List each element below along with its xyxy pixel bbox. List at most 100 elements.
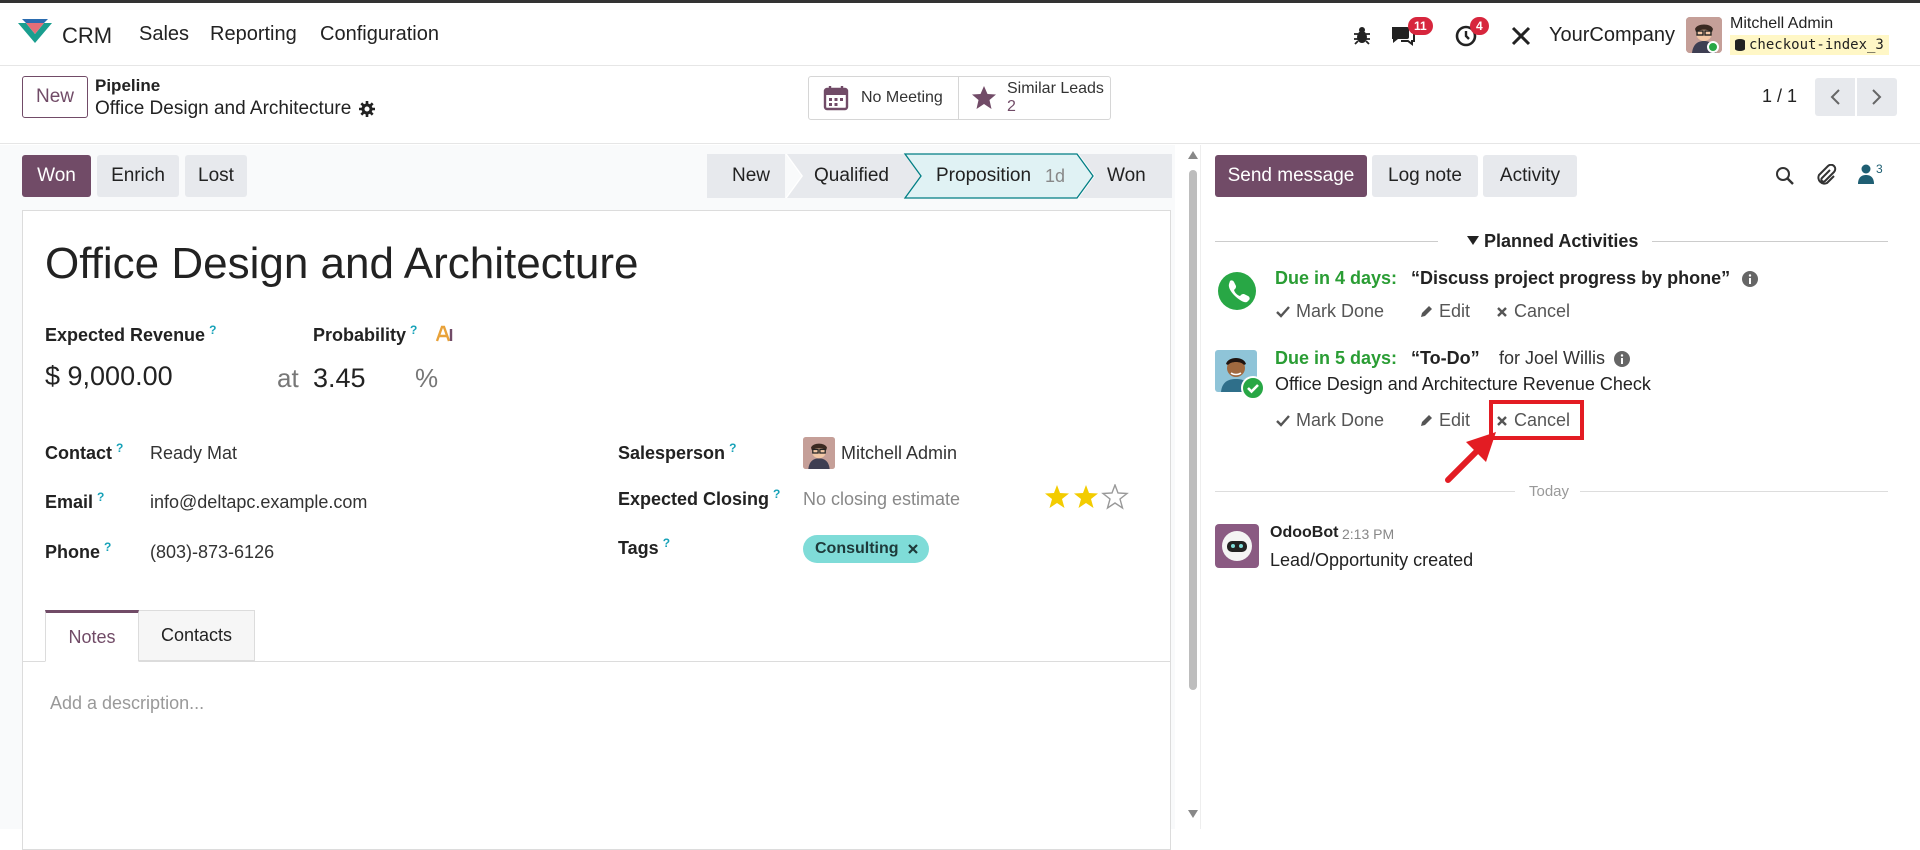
info-icon[interactable] — [1614, 351, 1630, 367]
revenue-label: Expected Revenue? — [45, 323, 217, 345]
help-icon[interactable]: ? — [773, 487, 780, 501]
gear-icon[interactable] — [358, 100, 376, 118]
pager-previous-button[interactable] — [1815, 78, 1855, 116]
today-divider-right — [1580, 491, 1888, 492]
email-field[interactable]: info@deltapc.example.com — [150, 492, 367, 513]
message-author[interactable]: OdooBot — [1270, 524, 1338, 542]
database-icon — [1735, 39, 1745, 51]
send-message-button[interactable]: Send message — [1215, 155, 1367, 197]
help-icon[interactable]: ? — [410, 323, 417, 337]
scroll-up-icon[interactable] — [1187, 149, 1199, 161]
form-sheet: Office Design and Architecture Expected … — [22, 210, 1171, 850]
similar-leads-smart-button[interactable]: Similar Leads 2 — [958, 76, 1111, 120]
crm-logo-icon[interactable] — [18, 19, 52, 47]
stage-duration: 1d — [1045, 166, 1066, 186]
activity-2-due: Due in 5 days: — [1275, 348, 1398, 368]
tag-remove-icon[interactable] — [907, 543, 919, 555]
meeting-smart-button[interactable]: No Meeting — [808, 76, 959, 120]
expected-closing-field[interactable]: No closing estimate — [803, 489, 960, 510]
activity-2-note: Office Design and Architecture Revenue C… — [1275, 374, 1651, 394]
scrollbar-thumb[interactable] — [1189, 170, 1197, 690]
planned-activities-toggle[interactable]: Planned Activities — [1484, 231, 1638, 252]
probability-value[interactable]: 3.45 — [313, 363, 366, 394]
contact-label: Contact? — [45, 441, 124, 463]
breadcrumb-pipeline[interactable]: Pipeline — [95, 76, 160, 96]
help-icon[interactable]: ? — [209, 323, 216, 337]
help-icon[interactable]: ? — [104, 540, 111, 554]
salesperson-field[interactable]: Mitchell Admin — [841, 443, 957, 464]
stage-new[interactable]: New — [732, 165, 770, 187]
messages-badge: 11 — [1408, 17, 1433, 35]
activity-2-summary: “To-Do” — [1411, 348, 1480, 368]
message-body: Lead/Opportunity created — [1270, 550, 1474, 570]
activity-2-edit[interactable]: Edit — [1419, 410, 1470, 431]
odoobot-avatar-icon — [1215, 524, 1259, 568]
activity-1-mark-done[interactable]: Mark Done — [1276, 301, 1384, 322]
pager-next-button[interactable] — [1857, 78, 1897, 116]
close-icon — [1497, 306, 1507, 317]
tab-notes[interactable]: Notes — [45, 610, 139, 662]
enrich-button[interactable]: Enrich — [97, 155, 179, 197]
stage-qualified[interactable]: Qualified — [814, 165, 889, 187]
help-icon[interactable]: ? — [729, 441, 736, 455]
stage-proposition[interactable]: Proposition — [936, 165, 1031, 187]
priority-stars[interactable] — [1044, 484, 1130, 510]
activity-button[interactable]: Activity — [1483, 155, 1577, 197]
probability-label: Probability? — [313, 323, 418, 345]
percent-sign: % — [415, 363, 439, 393]
ai-probability-icon[interactable] — [435, 325, 455, 343]
user-name[interactable]: Mitchell Admin — [1730, 15, 1833, 33]
help-icon[interactable]: ? — [116, 441, 123, 455]
stage-won[interactable]: Won — [1107, 165, 1146, 187]
menu-reporting[interactable]: Reporting — [210, 23, 297, 46]
pager-value[interactable]: 1 / 1 — [1762, 86, 1797, 107]
description-input[interactable]: Add a description... — [50, 693, 204, 714]
log-note-button[interactable]: Log note — [1372, 155, 1478, 197]
activity-1-due: Due in 4 days: — [1275, 268, 1398, 288]
activity-1-summary: “Discuss project progress by phone” — [1411, 268, 1731, 288]
form-scrollbar[interactable] — [1187, 148, 1199, 829]
similar-leads-count: 2 — [1007, 98, 1016, 115]
planned-divider-left — [1215, 241, 1438, 242]
similar-leads-label: Similar Leads — [1007, 80, 1104, 97]
date-separator: Today — [1529, 483, 1570, 500]
app-name[interactable]: CRM — [62, 23, 112, 49]
company-switcher[interactable]: YourCompany — [1549, 24, 1675, 47]
activity-1-edit[interactable]: Edit — [1419, 301, 1470, 322]
database-chip: checkout-index_3 — [1730, 35, 1889, 55]
bug-icon[interactable] — [1352, 25, 1372, 45]
pencil-icon — [1421, 305, 1432, 317]
followers-icon[interactable] — [1858, 164, 1874, 184]
chevron-right-icon — [1872, 89, 1882, 105]
lead-title[interactable]: Office Design and Architecture — [45, 239, 639, 289]
caret-down-icon[interactable] — [1467, 236, 1479, 246]
activity-1-cancel[interactable]: Cancel — [1496, 301, 1570, 322]
help-icon[interactable]: ? — [663, 536, 670, 550]
calendar-icon — [823, 86, 849, 111]
help-icon[interactable]: ? — [97, 490, 104, 504]
online-status-icon — [1707, 41, 1719, 53]
expected-closing-label: Expected Closing? — [618, 487, 781, 509]
paperclip-icon[interactable] — [1815, 164, 1837, 186]
meeting-label: No Meeting — [861, 89, 943, 106]
search-icon[interactable] — [1775, 166, 1795, 186]
phone-field[interactable]: (803)-873-6126 — [150, 542, 274, 563]
mark-won-button[interactable]: Won — [22, 155, 91, 197]
menu-configuration[interactable]: Configuration — [320, 23, 439, 46]
planned-divider-right — [1652, 241, 1888, 242]
menu-sales[interactable]: Sales — [139, 23, 189, 46]
mark-lost-button[interactable]: Lost — [185, 155, 247, 197]
info-icon[interactable] — [1742, 271, 1758, 287]
new-record-button[interactable]: New — [22, 76, 88, 118]
tag-chip: Consulting — [803, 535, 929, 563]
tab-contacts[interactable]: Contacts — [139, 610, 255, 661]
tools-icon[interactable] — [1510, 25, 1532, 47]
star-icon — [972, 86, 996, 109]
scroll-down-icon[interactable] — [1187, 808, 1199, 820]
priority-star-2-icon — [1074, 485, 1098, 508]
priority-star-3-icon — [1101, 484, 1129, 510]
activity-2-mark-done[interactable]: Mark Done — [1276, 410, 1384, 431]
contact-field[interactable]: Ready Mat — [150, 443, 237, 464]
salesperson-avatar-icon — [803, 437, 835, 469]
revenue-value[interactable]: $ 9,000.00 — [45, 361, 173, 392]
